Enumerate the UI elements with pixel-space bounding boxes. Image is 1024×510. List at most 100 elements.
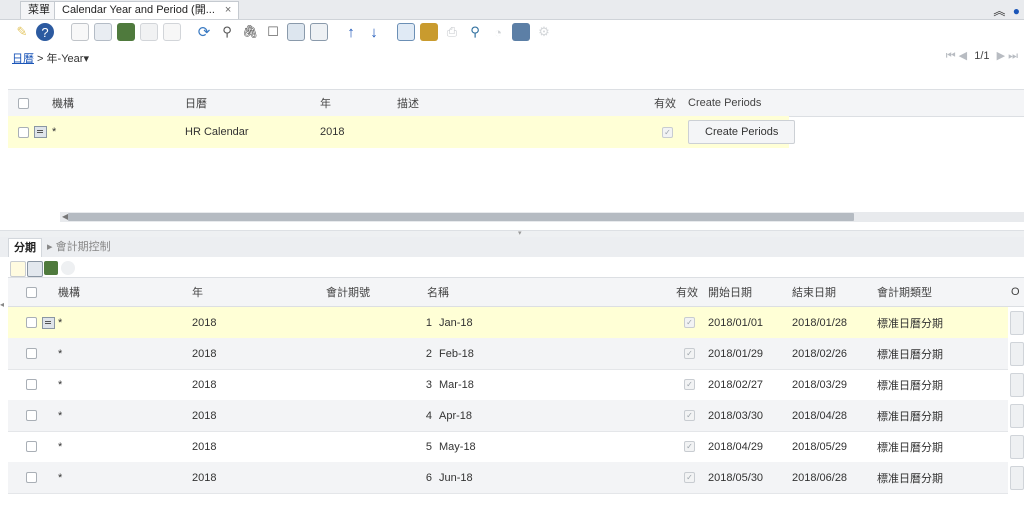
select-all-periods-checkbox[interactable] <box>26 286 37 298</box>
delete-record-icon[interactable] <box>117 23 135 41</box>
copy-record-icon[interactable] <box>94 23 112 41</box>
row-action-button[interactable] <box>1010 465 1024 490</box>
save-new-icon[interactable] <box>163 23 181 41</box>
delete-detail-icon[interactable] <box>44 261 58 275</box>
cell-org: * <box>58 378 63 391</box>
find-icon[interactable]: ⚲ <box>218 23 236 41</box>
new-detail-icon[interactable] <box>10 261 26 277</box>
row-checkbox[interactable] <box>26 379 37 390</box>
col-header-org[interactable]: 機構 <box>58 278 80 306</box>
tab-period-control[interactable]: ▸ 會計期控制 <box>42 238 116 256</box>
col-header-year[interactable]: 年 <box>320 90 331 116</box>
previous-record-icon[interactable]: ↑ <box>342 23 360 41</box>
grid-toggle-icon[interactable] <box>287 23 305 41</box>
cell-year: 2018 <box>192 378 217 391</box>
row-action-button[interactable] <box>1010 372 1024 397</box>
tab-menu-label: 菜單 <box>28 4 50 16</box>
breadcrumb-dropdown-icon[interactable]: ▾ <box>83 53 89 65</box>
refresh-icon[interactable]: ⟳ <box>195 23 213 41</box>
first-record-icon[interactable]: ⏮ <box>946 50 956 62</box>
splitter-handle-icon[interactable]: ▾ <box>518 229 522 237</box>
report-icon[interactable] <box>397 23 415 41</box>
row-checkbox[interactable] <box>26 317 37 328</box>
col-header-calendar[interactable]: 日曆 <box>185 90 207 116</box>
table-row[interactable]: * HR Calendar 2018 ✓ Create Periods <box>8 116 796 148</box>
col-header-name[interactable]: 名稱 <box>427 278 449 306</box>
active-checkbox: ✓ <box>684 410 695 421</box>
help-icon[interactable]: ? <box>36 23 54 41</box>
row-checkbox[interactable] <box>26 472 37 483</box>
row-checkbox[interactable] <box>18 126 29 138</box>
next-record-icon[interactable]: ↓ <box>365 23 383 41</box>
table-row[interactable]: * 2018 6 Jun-18 2018/05/30 2018/06/28 標准日曆分期 ✓ <box>8 462 1024 494</box>
cell-year: 2018 <box>320 126 345 138</box>
col-header-create-periods[interactable]: Create Periods <box>688 90 761 116</box>
year-grid-header: 機構 日曆 年 描述 有效 Create Periods <box>8 89 1024 117</box>
tab-menu[interactable]: 菜單 <box>20 1 58 19</box>
form-toggle-icon[interactable] <box>310 23 328 41</box>
new-record-icon[interactable] <box>71 23 89 41</box>
edit-record-icon[interactable] <box>42 316 55 329</box>
table-row[interactable]: * 2018 4 Apr-18 2018/03/30 2018/04/28 標准日曆分期 ✓ <box>8 400 1024 432</box>
tab-calendar-year-period[interactable]: Calendar Year and Period (開... × <box>54 1 240 19</box>
scrollbar-thumb[interactable] <box>68 213 854 221</box>
table-row[interactable]: * 2018 3 Mar-18 2018/02/27 2018/03/29 標准日曆分期 ✓ <box>8 369 1024 401</box>
splitter[interactable] <box>0 230 1024 237</box>
cell-period-no: 5 <box>425 440 432 453</box>
help-globe-icon[interactable]: ● <box>1013 4 1020 18</box>
close-tab-icon[interactable]: × <box>225 4 231 16</box>
detail-toggle-icon[interactable] <box>61 261 75 275</box>
workflow-icon[interactable]: ◔ <box>489 23 507 41</box>
col-header-year[interactable]: 年 <box>192 278 203 306</box>
row-checkbox[interactable] <box>26 441 37 452</box>
row-checkbox[interactable] <box>26 410 37 421</box>
next-nav-icon[interactable]: ▶ <box>997 50 1005 62</box>
breadcrumb-calendar-link[interactable]: 日曆 <box>12 53 34 65</box>
cell-start-date: 2018/01/29 <box>708 347 764 360</box>
col-header-start-date[interactable]: 開始日期 <box>708 278 752 306</box>
cell-org: * <box>58 316 63 329</box>
table-row[interactable]: * 2018 1 Jan-18 2018/01/01 2018/01/28 標准日曆分期 ✓ <box>8 307 1024 339</box>
prev-record-icon[interactable]: ◀ <box>959 50 967 62</box>
save-icon[interactable] <box>140 23 158 41</box>
process-icon[interactable] <box>512 23 530 41</box>
window-controls: ︽ ● <box>993 2 1020 19</box>
collapse-icon[interactable]: ︽ <box>993 4 1005 18</box>
table-row[interactable]: * 2018 2 Feb-18 2018/01/29 2018/02/26 標准日曆分期 ✓ <box>8 338 1024 370</box>
create-periods-button[interactable]: Create Periods <box>688 120 796 144</box>
edit-record-icon[interactable] <box>34 126 47 138</box>
row-action-button[interactable] <box>1010 310 1024 335</box>
col-header-active[interactable]: 有效 <box>654 90 676 116</box>
cell-start-date: 2018/04/29 <box>708 440 764 453</box>
col-header-org[interactable]: 機構 <box>52 90 74 116</box>
col-header-description[interactable]: 描述 <box>397 90 419 116</box>
tab-periods[interactable]: 分期 <box>8 238 42 257</box>
attachment-icon[interactable]: 🖇 <box>241 23 259 41</box>
chat-icon[interactable]: ☐ <box>264 23 282 41</box>
cell-name: May-18 <box>439 440 476 453</box>
collapse-left-icon[interactable]: ◂ <box>0 300 8 330</box>
row-checkbox[interactable] <box>26 348 37 359</box>
settings-icon[interactable]: ⚙ <box>535 23 553 41</box>
last-record-icon[interactable]: ⏭ <box>1008 50 1018 62</box>
col-header-period-type[interactable]: 會計期類型 <box>877 278 932 306</box>
table-row[interactable]: * 2018 5 May-18 2018/04/29 2018/05/29 標准日曆分期 ✓ <box>8 431 1024 463</box>
edit-detail-icon[interactable] <box>27 261 43 277</box>
select-all-checkbox[interactable] <box>18 97 29 109</box>
cell-start-date: 2018/02/27 <box>708 378 764 391</box>
col-header-active[interactable]: 有效 <box>676 278 698 306</box>
breadcrumb-current[interactable]: 年-Year <box>47 53 84 65</box>
col-header-period-no[interactable]: 會計期號 <box>326 278 370 306</box>
lookup-icon[interactable]: ✎ <box>13 23 31 41</box>
col-header-end-date[interactable]: 結束日期 <box>792 278 836 306</box>
archive-icon[interactable] <box>420 23 438 41</box>
active-checkbox: ✓ <box>684 472 695 483</box>
cell-period-type: 標准日曆分期 <box>877 441 943 454</box>
row-action-button[interactable] <box>1010 403 1024 428</box>
row-action-button[interactable] <box>1010 341 1024 366</box>
print-icon[interactable]: ⎙ <box>443 23 461 41</box>
row-action-button[interactable] <box>1010 434 1024 459</box>
cell-start-date: 2018/03/30 <box>708 409 764 422</box>
col-header-overflow[interactable]: O <box>1011 278 1020 306</box>
zoom-across-icon[interactable]: ⚲ <box>466 23 484 41</box>
